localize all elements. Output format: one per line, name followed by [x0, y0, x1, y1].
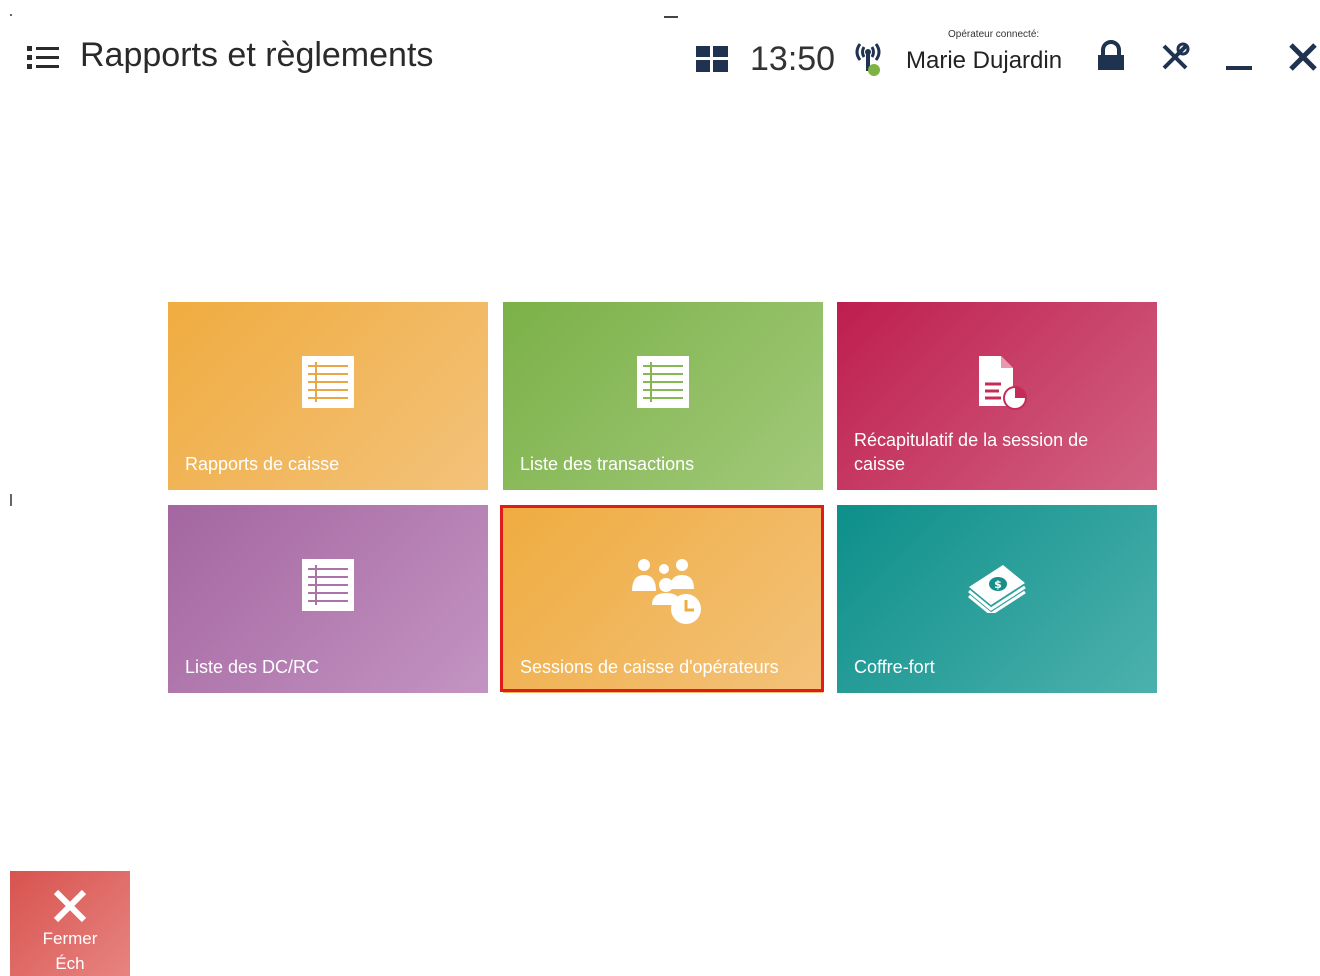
tile-rapports-de-caisse[interactable]: Rapports de caisse	[168, 302, 488, 490]
close-button-shortcut: Éch	[55, 954, 85, 973]
tile-label: Sessions de caisse d'opérateurs	[520, 657, 779, 677]
artifact-bar	[10, 494, 12, 506]
tile-label: Liste des DC/RC	[185, 657, 320, 677]
tile-liste-des-transactions[interactable]: Liste des transactions	[503, 302, 823, 490]
list-icon	[302, 356, 354, 408]
tile-label: Liste des transactions	[520, 454, 695, 474]
app-header: Rapports et règlements 13:50 Opérateur c…	[0, 0, 1320, 110]
close-button-label: Fermer	[42, 929, 98, 948]
tile-coffre-fort[interactable]: $ Coffre-fort	[837, 505, 1157, 693]
tile-liste-des-dc-rc[interactable]: Liste des DC/RC	[168, 505, 488, 693]
page-title: Rapports et règlements	[80, 36, 434, 74]
top-handle	[664, 16, 678, 18]
tile-label: Coffre-fort	[854, 657, 935, 677]
close-window-icon[interactable]	[1286, 40, 1320, 74]
svg-text:$: $	[994, 578, 1002, 591]
minimize-icon[interactable]	[1222, 40, 1256, 74]
money-stack-icon: $	[968, 565, 1026, 613]
operators-clock-icon	[632, 559, 701, 624]
clock: 13:50	[750, 40, 836, 78]
tiles-view-icon[interactable]	[696, 46, 728, 72]
connection-signal-icon	[855, 43, 881, 76]
close-icon	[53, 889, 87, 923]
tile-label: Rapports de caisse	[185, 454, 340, 474]
tile-sessions-de-caisse-operateurs[interactable]: Sessions de caisse d'opérateurs	[503, 505, 823, 693]
tile-recapitulatif-session[interactable]: Récapitulatif de la session de caisse	[837, 302, 1157, 490]
close-escape-button[interactable]: Fermer Éch	[10, 871, 130, 976]
document-chart-icon	[979, 356, 1027, 410]
list-icon	[302, 559, 354, 611]
menu-icon[interactable]	[27, 44, 59, 72]
tile-label: Récapitulatif de la session de caisse	[854, 430, 1089, 474]
list-icon	[637, 356, 689, 408]
lock-icon[interactable]	[1094, 40, 1128, 74]
operator-name[interactable]: Marie Dujardin	[906, 47, 1062, 75]
tools-icon[interactable]	[1158, 40, 1192, 74]
artifact-dot	[10, 14, 12, 16]
operator-label: Opérateur connecté:	[948, 29, 1040, 40]
